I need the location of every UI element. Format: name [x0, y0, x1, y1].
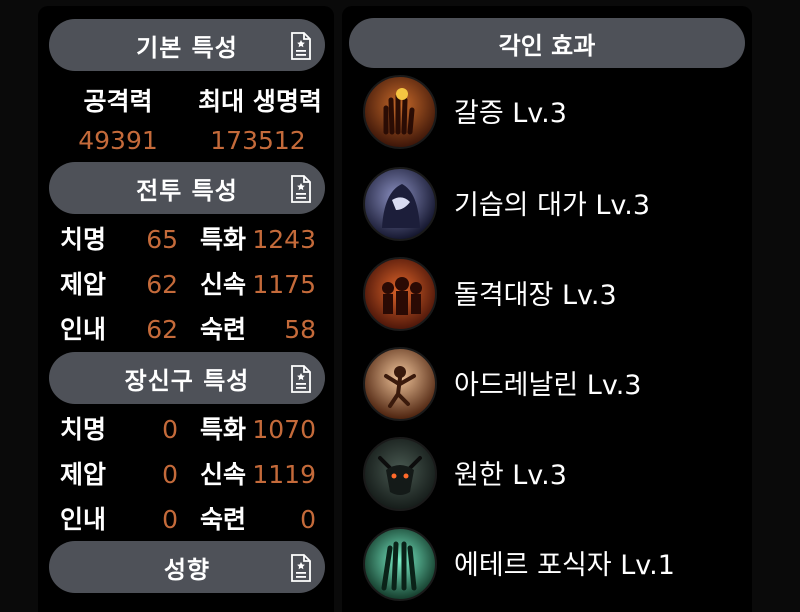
- document-icon[interactable]: [289, 32, 313, 60]
- stat-value: 1070: [252, 415, 316, 444]
- accessory-stats-title: 장신구 특성: [124, 366, 250, 395]
- stat-value: 0: [162, 505, 178, 534]
- engraving-name: 돌격대장 Lv.3: [454, 280, 617, 311]
- stat-value: 1175: [252, 270, 316, 299]
- stat-value: 1119: [252, 460, 316, 489]
- engraving-name: 아드레날린 Lv.3: [454, 370, 642, 401]
- stat-value: 0: [300, 505, 316, 534]
- charging-warriors-icon: [363, 257, 437, 331]
- stat-label: 신속: [200, 460, 247, 489]
- demon-beast-icon: [363, 437, 437, 511]
- accessory-stat-row: 인내 0 숙련 0: [38, 500, 334, 540]
- document-icon[interactable]: [289, 554, 313, 582]
- accessory-stat-row: 제압 0 신속 1119: [38, 455, 334, 495]
- stat-value: 62: [146, 270, 178, 299]
- stat-label: 숙련: [200, 505, 247, 534]
- engraving-item[interactable]: 돌격대장 Lv.3: [362, 256, 742, 336]
- accessory-stat-row: 치명 0 특화 1070: [38, 410, 334, 450]
- stat-value: 58: [284, 315, 316, 344]
- leaping-figure-icon: [363, 347, 437, 421]
- stat-value: 0: [162, 460, 178, 489]
- stat-value: 62: [146, 315, 178, 344]
- attack-value: 49391: [78, 126, 158, 155]
- engravings-header: 각인 효과: [349, 18, 745, 68]
- engravings-title: 각인 효과: [498, 31, 596, 60]
- engraving-name: 에테르 포식자 Lv.1: [454, 550, 675, 581]
- combat-stats-header: 전투 특성: [49, 162, 325, 214]
- combat-stat-row: 제압 62 신속 1175: [38, 265, 334, 305]
- combat-stat-row: 인내 62 숙련 58: [38, 310, 334, 350]
- engraving-item[interactable]: 에테르 포식자 Lv.1: [362, 526, 742, 606]
- engraving-item[interactable]: 원한 Lv.3: [362, 436, 742, 516]
- ether-claw-icon: [363, 527, 437, 601]
- accessory-stats-header: 장신구 특성: [49, 352, 325, 404]
- tendency-title: 성향: [163, 555, 211, 584]
- engraving-item[interactable]: 갈증 Lv.3: [362, 74, 742, 154]
- basic-stats-header: 기본 특성: [49, 19, 325, 71]
- engravings-panel: 각인 효과 갈증 Lv.3 기습의 대가 Lv.3 돌격대장 Lv.3 아드레날…: [342, 6, 752, 612]
- stat-label: 치명: [60, 415, 107, 444]
- engraving-item[interactable]: 아드레날린 Lv.3: [362, 346, 742, 426]
- stat-value: 65: [146, 225, 178, 254]
- attack-label: 공격력: [83, 87, 153, 116]
- engraving-name: 갈증 Lv.3: [454, 98, 567, 129]
- combat-stat-row: 치명 65 특화 1243: [38, 220, 334, 260]
- max-hp-label: 최대 생명력: [198, 87, 322, 116]
- combat-stats-title: 전투 특성: [136, 176, 238, 205]
- stat-label: 특화: [200, 225, 247, 254]
- stat-label: 신속: [200, 270, 247, 299]
- engraving-name: 원한 Lv.3: [454, 460, 567, 491]
- stat-label: 인내: [60, 505, 107, 534]
- stat-label: 숙련: [200, 315, 247, 344]
- engraving-name: 기습의 대가 Lv.3: [454, 190, 651, 221]
- stat-value: 0: [162, 415, 178, 444]
- document-icon[interactable]: [289, 175, 313, 203]
- stat-label: 인내: [60, 315, 107, 344]
- max-hp-value: 173512: [210, 126, 306, 155]
- bloody-hand-icon: [363, 75, 437, 149]
- hooded-assassin-icon: [363, 167, 437, 241]
- document-icon[interactable]: [289, 365, 313, 393]
- character-stats-panel: 기본 특성 공격력 최대 생명력 49391 173512 전투 특성 치명 6…: [38, 6, 334, 612]
- basic-stats-title: 기본 특성: [136, 33, 238, 62]
- tendency-header: 성향: [49, 541, 325, 593]
- stat-label: 제압: [60, 460, 107, 489]
- stat-label: 제압: [60, 270, 107, 299]
- stat-label: 치명: [60, 225, 107, 254]
- engraving-item[interactable]: 기습의 대가 Lv.3: [362, 166, 742, 246]
- stat-label: 특화: [200, 415, 247, 444]
- stat-value: 1243: [252, 225, 316, 254]
